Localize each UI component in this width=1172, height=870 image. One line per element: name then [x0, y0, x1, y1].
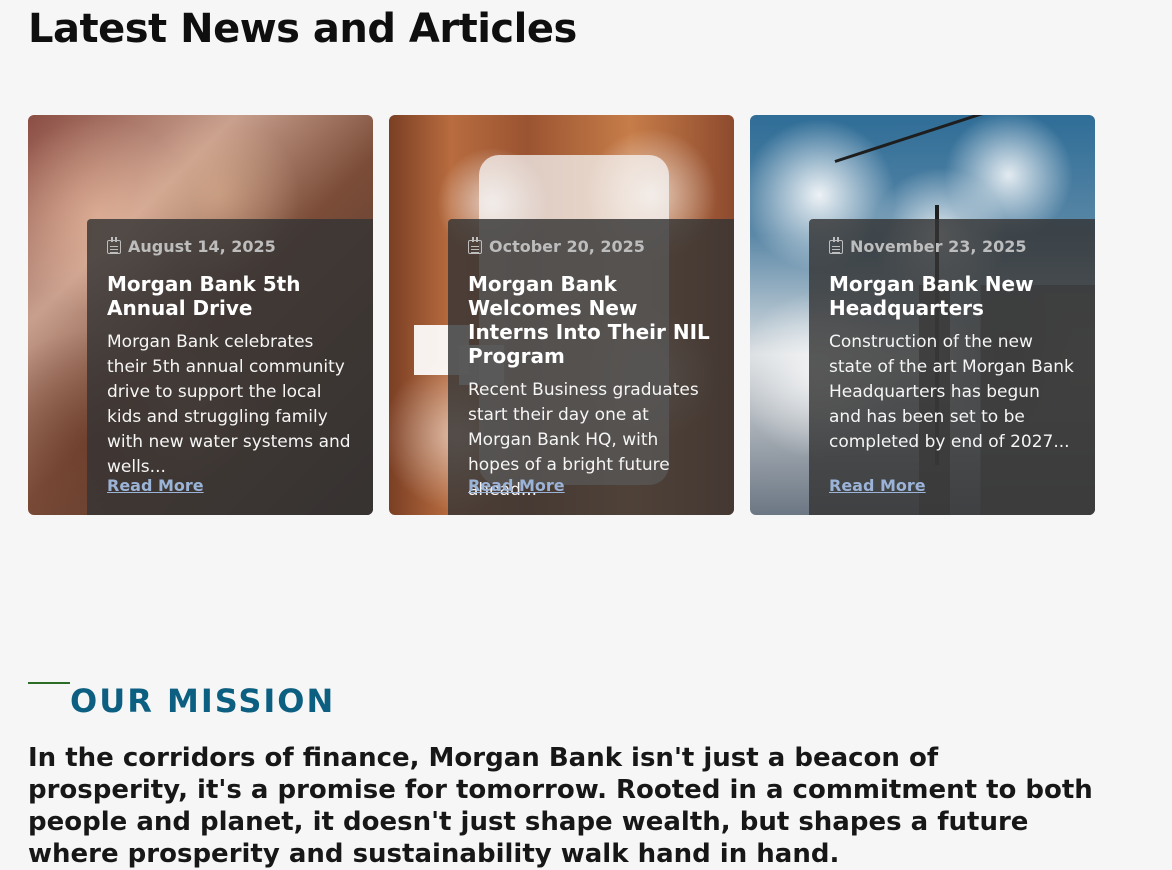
mission-accent-rule	[28, 682, 70, 684]
card-date-row: November 23, 2025	[829, 236, 1075, 256]
card-overlay: August 14, 2025 Morgan Bank 5th Annual D…	[87, 219, 373, 515]
card-overlay: October 20, 2025 Morgan Bank Welcomes Ne…	[448, 219, 734, 515]
card-summary: Morgan Bank celebrates their 5th annual …	[107, 332, 351, 477]
mission-label: OUR MISSION	[70, 682, 336, 720]
calendar-icon	[829, 236, 843, 254]
mission-section: OUR MISSION In the corridors of finance,…	[28, 682, 1108, 870]
news-card[interactable]: October 20, 2025 Morgan Bank Welcomes Ne…	[389, 115, 734, 515]
mission-text: In the corridors of finance, Morgan Bank…	[28, 743, 1093, 869]
news-card[interactable]: August 14, 2025 Morgan Bank 5th Annual D…	[28, 115, 373, 515]
calendar-icon	[107, 236, 121, 254]
news-cards: August 14, 2025 Morgan Bank 5th Annual D…	[28, 115, 1095, 515]
card-title[interactable]: Morgan Bank 5th Annual Drive	[107, 272, 353, 320]
card-date: October 20, 2025	[489, 237, 645, 256]
card-overlay: November 23, 2025 Morgan Bank New Headqu…	[809, 219, 1095, 515]
news-section-title: Latest News and Articles	[28, 6, 577, 52]
card-summary: Construction of the new state of the art…	[829, 332, 1074, 452]
crane-arm-shape	[834, 115, 1036, 163]
card-date-row: August 14, 2025	[107, 236, 353, 256]
card-title[interactable]: Morgan Bank New Headquarters	[829, 272, 1075, 320]
card-date: August 14, 2025	[128, 237, 276, 256]
read-more-link[interactable]: Read More	[468, 476, 565, 495]
read-more-link[interactable]: Read More	[829, 476, 926, 495]
card-date-row: October 20, 2025	[468, 236, 714, 256]
card-title[interactable]: Morgan Bank Welcomes New Interns Into Th…	[468, 272, 714, 368]
read-more-link[interactable]: Read More	[107, 476, 204, 495]
calendar-icon	[468, 236, 482, 254]
card-date: November 23, 2025	[850, 237, 1027, 256]
news-card[interactable]: November 23, 2025 Morgan Bank New Headqu…	[750, 115, 1095, 515]
